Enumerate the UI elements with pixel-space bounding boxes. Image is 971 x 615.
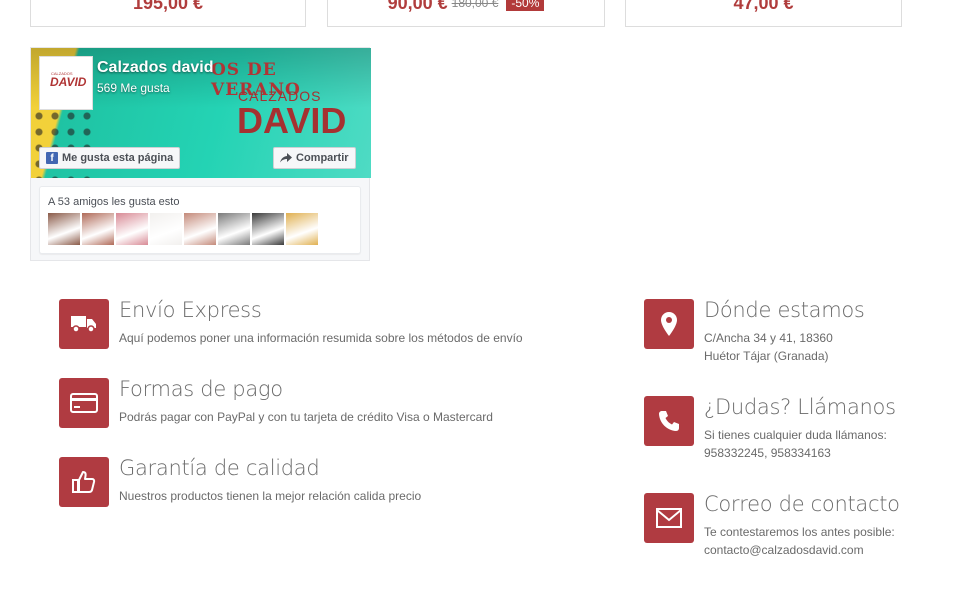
feature-line: Si tienes cualquier duda llámanos: — [704, 428, 887, 442]
logo-big-text: DAVID — [50, 75, 87, 89]
friend-avatar[interactable] — [48, 213, 80, 245]
friend-avatar[interactable] — [252, 213, 284, 245]
feature-description: Si tienes cualquier duda llámanos: 95833… — [704, 426, 887, 462]
feature-title: Correo de contacto — [704, 492, 900, 516]
facebook-icon: f — [46, 152, 58, 164]
friend-avatar[interactable] — [150, 213, 182, 245]
discount-badge: -50% — [506, 0, 545, 11]
feature-description: Podrás pagar con PayPal y con tu tarjeta… — [119, 408, 493, 426]
credit-card-icon — [59, 378, 109, 428]
friends-like-box: A 53 amigos les gusta esto — [39, 186, 361, 254]
like-page-button[interactable]: f Me gusta esta página — [39, 147, 181, 169]
envelope-icon — [644, 493, 694, 543]
truck-icon — [59, 299, 109, 349]
page-likes-count: 569 Me gusta — [97, 81, 170, 95]
friend-avatar[interactable] — [116, 213, 148, 245]
feature-description: C/Ancha 34 y 41, 18360 Huétor Tájar (Gra… — [704, 329, 833, 365]
friends-like-text: A 53 amigos les gusta esto — [48, 196, 180, 208]
friend-avatar[interactable] — [82, 213, 114, 245]
like-page-label: Me gusta esta página — [62, 152, 174, 164]
feature-line: Nuestros productos tienen la mejor relac… — [119, 489, 422, 503]
friends-avatars — [48, 213, 318, 245]
product-price: 195,00 € — [132, 0, 204, 13]
phone-icon — [644, 396, 694, 446]
product-price: 90,00 € — [387, 0, 448, 13]
friend-avatar[interactable] — [286, 213, 318, 245]
feature-line: C/Ancha 34 y 41, 18360 — [704, 331, 833, 345]
product-card-1[interactable]: 195,00 € — [30, 0, 306, 27]
phone-numbers[interactable]: 958332245, 958334163 — [704, 444, 887, 462]
feature-title: Dónde estamos — [704, 298, 865, 322]
product-old-price: 180,00 € — [451, 0, 499, 10]
product-card-3[interactable]: 47,00 € — [625, 0, 902, 27]
feature-line: Aquí podemos poner una información resum… — [119, 331, 523, 345]
thumbs-up-icon — [59, 457, 109, 507]
feature-title: Formas de pago — [119, 377, 283, 401]
feature-description: Aquí podemos poner una información resum… — [119, 329, 523, 347]
feature-title: Garantía de calidad — [119, 456, 320, 480]
map-marker-icon — [644, 299, 694, 349]
email-link[interactable]: contacto@calzadosdavid.com — [704, 541, 895, 559]
page-logo[interactable]: CALZADOS DAVID — [39, 56, 93, 110]
share-label: Compartir — [296, 152, 349, 164]
feature-description: Nuestros productos tienen la mejor relac… — [119, 487, 421, 505]
share-button[interactable]: Compartir — [273, 147, 356, 169]
feature-line: Podrás pagar con PayPal y con tu tarjeta… — [119, 410, 493, 424]
feature-line: Huétor Tájar (Granada) — [704, 349, 829, 363]
feature-description: Te contestaremos los antes posible: cont… — [704, 523, 895, 559]
feature-title: Envío Express — [119, 298, 262, 322]
product-card-2[interactable]: 90,00 €180,00 € -50% — [327, 0, 605, 27]
cover-brand-big: DAVID — [237, 100, 347, 141]
page-name-link[interactable]: Calzados david — [97, 59, 213, 77]
facebook-page-widget: OS DE VERANO CALZADOS DAVID CALZADOS DAV… — [30, 47, 371, 261]
friend-avatar[interactable] — [218, 213, 250, 245]
share-arrow-icon — [280, 153, 292, 163]
facebook-cover-image[interactable]: OS DE VERANO CALZADOS DAVID CALZADOS DAV… — [31, 48, 371, 178]
product-price: 47,00 € — [733, 0, 794, 13]
feature-line: Te contestaremos los antes posible: — [704, 525, 895, 539]
friend-avatar[interactable] — [184, 213, 216, 245]
feature-title: ¿Dudas? Llámanos — [704, 395, 896, 419]
